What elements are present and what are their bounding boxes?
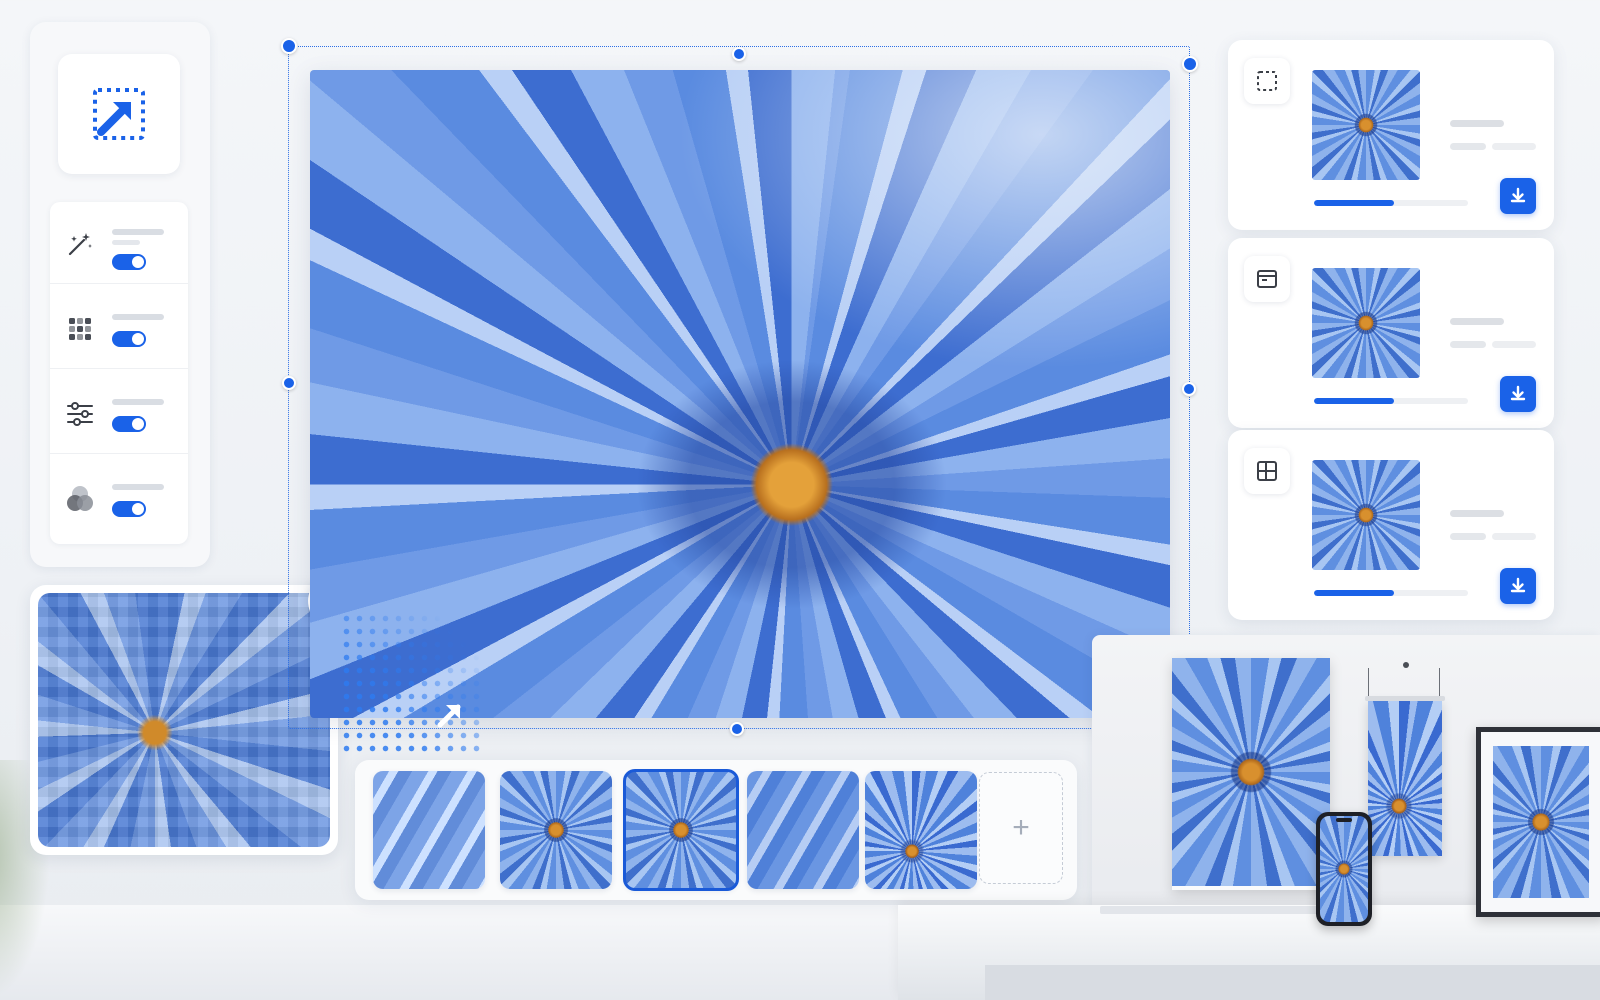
format-web-button[interactable] (1244, 256, 1290, 302)
framed-print-mockup[interactable] (1476, 727, 1600, 917)
pixel-toggle[interactable] (112, 331, 146, 347)
handle-top-left[interactable] (281, 38, 297, 54)
tool-label-placeholder (112, 314, 164, 320)
export-label-placeholder (1450, 120, 1504, 127)
tool-label-placeholder (112, 399, 164, 405)
expand-selection-tool[interactable] (58, 54, 180, 174)
frame-mat (1481, 732, 1600, 912)
thumbnail-1[interactable] (373, 771, 485, 889)
color-toggle[interactable] (112, 501, 146, 517)
hanging-banner-mockup[interactable] (1365, 696, 1445, 856)
export-meta-placeholder (1492, 143, 1536, 150)
export-label-placeholder (1450, 510, 1504, 517)
thumbnail-strip: + (355, 760, 1077, 900)
phone-notch (1336, 818, 1352, 822)
export-preview-image (1312, 268, 1420, 378)
export-meta-placeholder (1450, 533, 1486, 540)
tool-row-adjust[interactable] (50, 372, 188, 454)
format-crop-button[interactable] (1244, 58, 1290, 104)
handle-middle-left[interactable] (282, 376, 296, 390)
tool-label-placeholder (112, 229, 164, 235)
export-preview-image (1312, 70, 1420, 180)
crop-square-icon (1257, 71, 1277, 91)
export-card-2 (1228, 238, 1554, 428)
magic-toggle[interactable] (112, 254, 146, 270)
handle-bottom-center[interactable] (730, 722, 744, 736)
upscale-arrow-icon (437, 704, 461, 728)
phone-mockup[interactable] (1316, 812, 1372, 926)
thumbnail-5[interactable] (865, 771, 977, 889)
handle-top-center[interactable] (732, 47, 746, 61)
handle-middle-right[interactable] (1182, 382, 1196, 396)
add-thumbnail-button[interactable]: + (979, 772, 1063, 884)
tool-list (50, 202, 188, 544)
download-icon (1510, 577, 1526, 593)
thumbnail-4[interactable] (747, 771, 859, 889)
pixel-grid-icon (69, 318, 91, 340)
tool-rail (30, 22, 210, 567)
format-grid-button[interactable] (1244, 448, 1290, 494)
export-card-3 (1228, 430, 1554, 620)
download-button[interactable] (1500, 178, 1536, 214)
tool-row-magic[interactable] (50, 202, 188, 284)
tool-row-pixel[interactable] (50, 287, 188, 369)
export-progress-bar (1314, 398, 1468, 404)
color-blend-icon (67, 486, 93, 511)
export-meta-placeholder (1492, 341, 1536, 348)
thumbnail-3[interactable] (623, 769, 739, 891)
tool-sublabel-placeholder (112, 240, 140, 245)
download-icon (1510, 385, 1526, 401)
sliders-icon (67, 402, 93, 426)
download-button[interactable] (1500, 376, 1536, 412)
poster-image (1172, 658, 1330, 886)
export-progress-bar (1314, 200, 1468, 206)
phone-screen-image (1320, 816, 1368, 922)
export-meta-placeholder (1450, 143, 1486, 150)
handle-top-right[interactable] (1182, 56, 1198, 72)
tool-row-color[interactable] (50, 457, 188, 539)
magic-wand-icon (68, 233, 92, 256)
framed-image (1493, 746, 1589, 898)
poster-mockup[interactable] (1172, 658, 1330, 890)
export-preview-image (1312, 460, 1420, 570)
export-meta-placeholder (1450, 341, 1486, 348)
export-meta-placeholder (1492, 533, 1536, 540)
thumbnail-2[interactable] (500, 771, 612, 889)
export-progress-bar (1314, 590, 1468, 596)
web-layout-icon (1257, 270, 1277, 288)
export-label-placeholder (1450, 318, 1504, 325)
tool-label-placeholder (112, 484, 164, 490)
shelf-ledge (1100, 906, 1330, 914)
low-res-preview-image (38, 593, 330, 847)
adjust-toggle[interactable] (112, 416, 146, 432)
desk-front (985, 965, 1600, 1000)
expand-selection-icon (93, 88, 145, 140)
download-icon (1510, 187, 1526, 203)
download-button[interactable] (1500, 568, 1536, 604)
grid-layout-icon (1257, 461, 1277, 481)
export-card-1 (1228, 40, 1554, 230)
